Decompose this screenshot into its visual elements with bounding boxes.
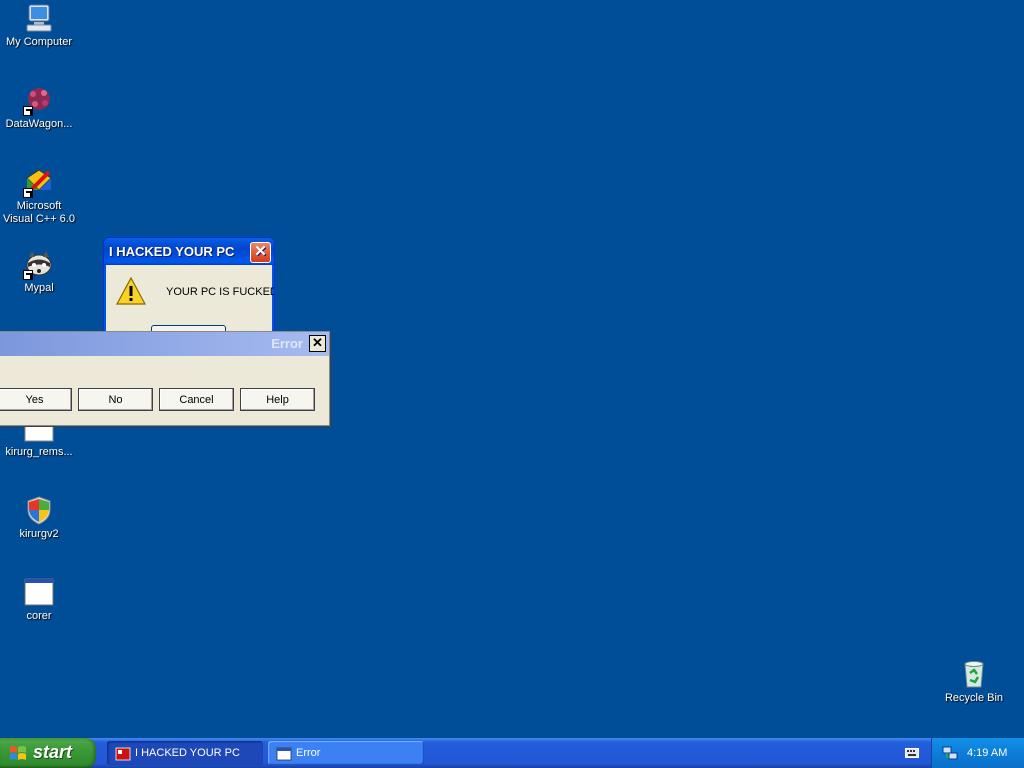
start-label: start bbox=[33, 742, 73, 762]
desktop-icon-mypal[interactable]: Mypal bbox=[0, 248, 78, 295]
recycle-bin-icon bbox=[958, 658, 990, 690]
desktop-icon-label: Recycle Bin bbox=[944, 692, 1004, 704]
desktop-icon-label: corer bbox=[26, 610, 52, 622]
shortcut-arrow-icon bbox=[23, 188, 33, 198]
close-button[interactable]: ✕ bbox=[250, 242, 271, 263]
desktop-icon-kirurgv2[interactable]: kirurgv2 bbox=[0, 494, 78, 541]
application-window-icon bbox=[276, 746, 292, 761]
system-tray: 4:19 AM bbox=[931, 738, 1024, 768]
taskbar: start I HACKED YOUR PC Error 4:19 AM bbox=[0, 738, 1024, 768]
error-dialog-titlebar[interactable]: Error ✕ bbox=[0, 332, 329, 356]
desktop-icon-label: My Computer bbox=[5, 36, 73, 48]
desktop-icon-visual-cpp[interactable]: Microsoft Visual C++ 6.0 bbox=[0, 166, 78, 226]
shield-icon bbox=[23, 494, 55, 526]
taskbar-button-label: Error bbox=[296, 747, 321, 759]
hacked-dialog-titlebar[interactable]: I HACKED YOUR PC ✕ bbox=[104, 238, 274, 265]
shortcut-arrow-icon bbox=[23, 270, 33, 280]
network-icon[interactable] bbox=[942, 745, 958, 761]
desktop-icon-label: kirurg_rems... bbox=[5, 446, 73, 458]
close-button[interactable]: ✕ bbox=[309, 335, 326, 352]
hacked-dialog-title: I HACKED YOUR PC bbox=[109, 244, 235, 259]
taskbar-button-hacked[interactable]: I HACKED YOUR PC bbox=[107, 741, 263, 765]
desktop-icon-label: DataWagon... bbox=[5, 118, 73, 130]
datawagon-icon bbox=[23, 84, 55, 116]
cancel-button[interactable]: Cancel bbox=[159, 388, 234, 411]
desktop-icon-corer[interactable]: corer bbox=[0, 576, 78, 623]
keyboard-icon[interactable] bbox=[905, 747, 919, 759]
error-dialog-title: Error bbox=[271, 336, 303, 351]
clock[interactable]: 4:19 AM bbox=[967, 747, 1007, 759]
taskbar-button-error[interactable]: Error bbox=[268, 741, 424, 765]
shortcut-arrow-icon bbox=[23, 106, 33, 116]
mypal-icon bbox=[23, 248, 55, 280]
no-button[interactable]: No bbox=[78, 388, 153, 411]
error-dialog: Error ✕ Yes No Cancel Help bbox=[0, 331, 330, 426]
warning-icon bbox=[115, 276, 147, 306]
desktop-icon-datawagon[interactable]: DataWagon... bbox=[0, 84, 78, 131]
start-button[interactable]: start bbox=[0, 738, 96, 768]
taskbar-button-label: I HACKED YOUR PC bbox=[135, 747, 240, 759]
application-window-icon bbox=[23, 576, 55, 608]
desktop-icon-label: Microsoft Visual C++ 6.0 bbox=[3, 200, 75, 225]
yes-button[interactable]: Yes bbox=[0, 388, 72, 411]
desktop-icon-recycle-bin[interactable]: Recycle Bin bbox=[935, 658, 1013, 705]
program-icon bbox=[115, 746, 131, 761]
desktop: My Computer DataWagon... Microsoft Visua… bbox=[0, 0, 1024, 738]
my-computer-icon bbox=[23, 2, 55, 34]
visual-cpp-icon bbox=[23, 166, 55, 198]
desktop-icon-my-computer[interactable]: My Computer bbox=[0, 2, 78, 49]
windows-logo-icon bbox=[9, 745, 27, 762]
hacked-dialog-message: YOUR PC IS FUCKED bbox=[166, 286, 275, 298]
help-button[interactable]: Help bbox=[240, 388, 315, 411]
desktop-icon-label: Mypal bbox=[24, 282, 54, 294]
desktop-icon-label: kirurgv2 bbox=[19, 528, 59, 540]
